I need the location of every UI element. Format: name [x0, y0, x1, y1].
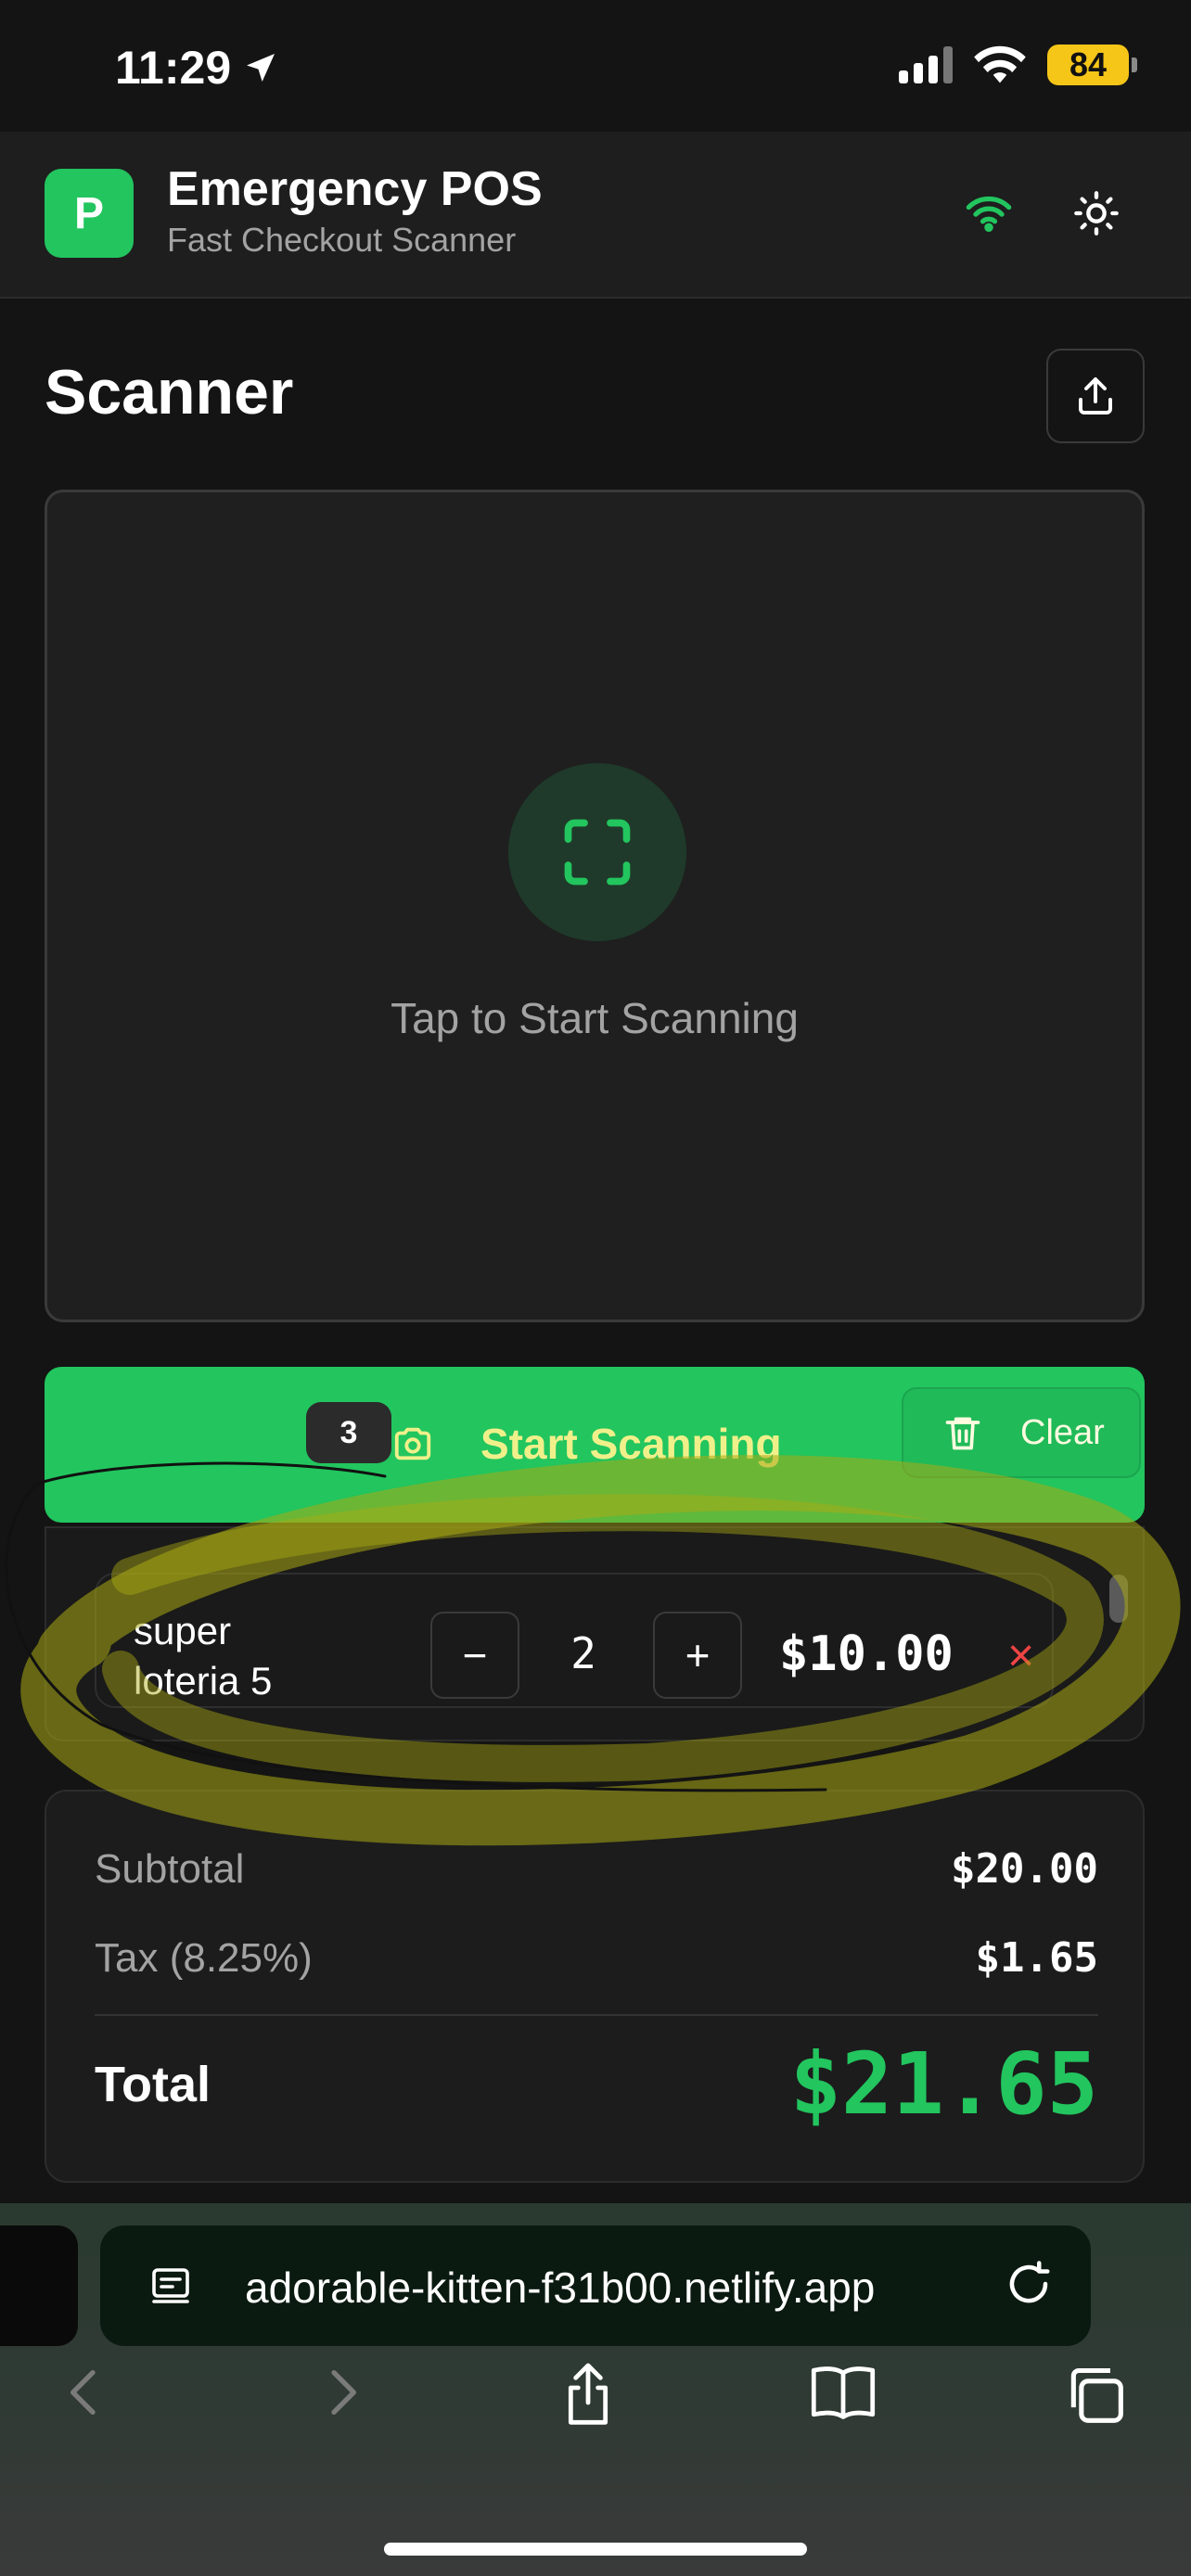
app-header: P Emergency POS Fast Checkout Scanner	[0, 132, 1191, 299]
subtotal-label: Subtotal	[95, 1845, 245, 1892]
cart-list[interactable]: super loteria 5 − 2 + $10.00 ×	[45, 1526, 1145, 1741]
status-bar: 11:29 84	[0, 0, 1191, 132]
share-button[interactable]	[558, 2363, 618, 2432]
chevron-left-icon	[70, 2370, 96, 2415]
scan-target[interactable]	[508, 763, 686, 941]
back-button[interactable]	[56, 2363, 115, 2427]
scan-prompt: Tap to Start Scanning	[391, 994, 799, 1042]
subtotal-value: $20.00	[951, 1845, 1098, 1893]
subtotal-row: Subtotal $20.00	[95, 1845, 1098, 1893]
online-status-icon	[965, 193, 1013, 236]
cart-item-name: super loteria 5	[134, 1609, 273, 1702]
decrease-quantity-button[interactable]: −	[430, 1612, 519, 1699]
reload-icon	[1009, 2261, 1050, 2303]
status-indicators: 84	[899, 45, 1137, 85]
upload-icon	[1079, 377, 1112, 414]
app-title: Emergency POS	[167, 162, 543, 216]
chevron-right-icon	[331, 2370, 356, 2415]
total-value: $21.65	[789, 2034, 1098, 2134]
start-scanning-button[interactable]: 3 Start Scanning Clear	[45, 1367, 1145, 1523]
tabs-button[interactable]	[1063, 2363, 1126, 2430]
location-arrow-icon	[247, 54, 275, 82]
total-label: Total	[95, 2056, 211, 2112]
tax-row: Tax (8.25%) $1.65	[95, 1934, 1098, 1982]
total-row: Total $21.65	[95, 2034, 1098, 2134]
cart-item-row: super loteria 5 − 2 + $10.00 ×	[95, 1573, 1054, 1708]
tax-value: $1.65	[975, 1934, 1098, 1982]
trash-icon	[945, 1417, 980, 1450]
clear-label: Clear	[1020, 1412, 1105, 1452]
theme-toggle-button[interactable]	[1072, 189, 1121, 242]
status-time: 11:29	[115, 41, 279, 95]
tax-label: Tax (8.25%)	[95, 1934, 313, 1981]
remove-item-button[interactable]: ×	[1007, 1628, 1034, 1682]
reload-button[interactable]	[1004, 2259, 1054, 2314]
start-scanning-label: Start Scanning	[480, 1420, 782, 1468]
reader-icon	[152, 2268, 189, 2303]
app-subtitle: Fast Checkout Scanner	[167, 221, 517, 259]
battery-level: 84	[1047, 45, 1129, 85]
address-bar[interactable]: adorable-kitten-f31b00.netlify.app	[100, 2225, 1091, 2346]
scanner-viewport[interactable]: Tap to Start Scanning	[45, 490, 1145, 1322]
app-logo: P	[45, 169, 134, 258]
forward-button[interactable]	[312, 2363, 371, 2427]
cart-item-quantity: 2	[570, 1628, 596, 1678]
cart-count-badge: 3	[306, 1402, 391, 1463]
sun-icon	[1074, 191, 1119, 236]
cart-scrollbar[interactable]	[1109, 1575, 1128, 1623]
status-time-text: 11:29	[115, 42, 232, 94]
book-icon	[811, 2366, 876, 2419]
increase-quantity-button[interactable]: +	[653, 1612, 742, 1699]
tabs-icon	[1070, 2367, 1123, 2423]
scan-frame-icon	[564, 819, 631, 886]
share-icon	[568, 2363, 608, 2425]
order-summary: Subtotal $20.00 Tax (8.25%) $1.65 Total …	[45, 1790, 1145, 2183]
camera-icon	[391, 1422, 434, 1470]
url-text: adorable-kitten-f31b00.netlify.app	[245, 2264, 876, 2312]
bookmarks-button[interactable]	[809, 2363, 877, 2427]
cellular-signal-icon	[899, 46, 953, 83]
export-button[interactable]	[1046, 349, 1145, 443]
wifi-icon	[974, 45, 1026, 83]
home-indicator	[384, 2543, 807, 2556]
previous-tab-preview[interactable]	[0, 2225, 78, 2346]
clear-cart-button[interactable]: Clear	[902, 1387, 1141, 1478]
scanner-title: Scanner	[45, 357, 294, 427]
cart-item-price: $10.00	[779, 1626, 954, 1682]
browser-chrome: adorable-kitten-f31b00.netlify.app	[0, 2203, 1191, 2576]
summary-divider	[95, 2014, 1098, 2016]
battery-icon: 84	[1047, 45, 1137, 85]
reader-mode-button[interactable]	[148, 2264, 193, 2314]
